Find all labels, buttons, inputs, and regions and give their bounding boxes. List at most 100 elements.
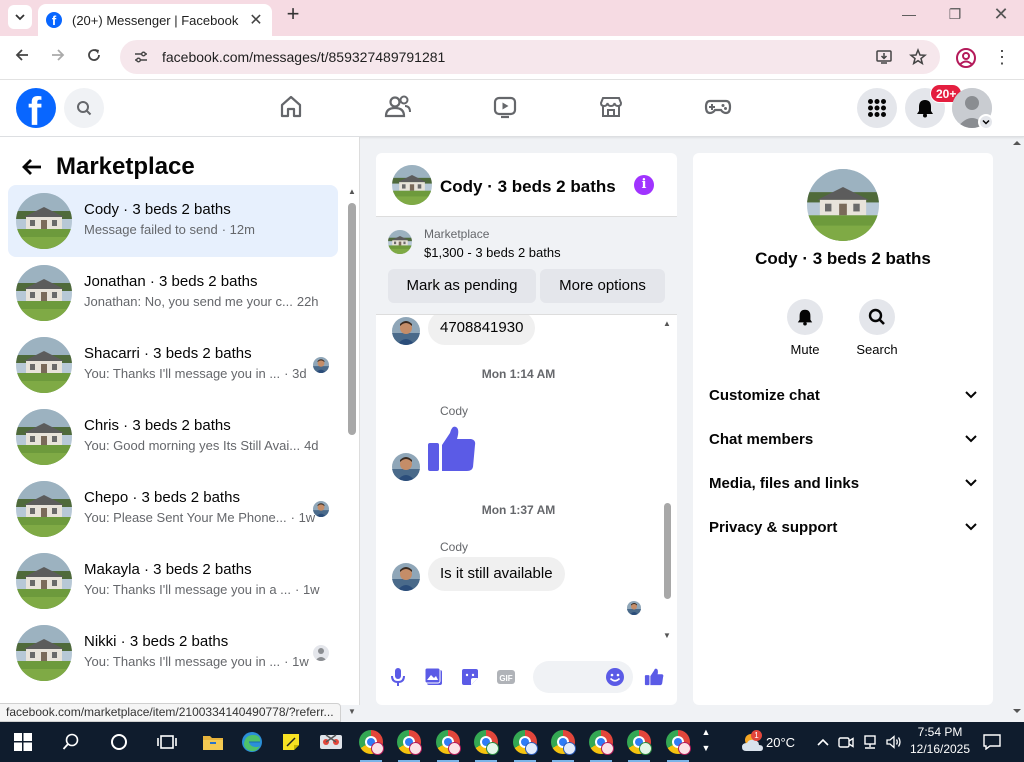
message-bubble[interactable]: Is it still available (428, 557, 565, 591)
conversation-item[interactable]: Nikki · 3 beds 2 baths You: Thanks I'll m… (8, 617, 338, 689)
edge-button[interactable] (233, 722, 271, 762)
nav-marketplace[interactable] (596, 92, 626, 122)
close-tab-icon[interactable]: ✕ (248, 10, 264, 30)
gif-button[interactable]: GIF (496, 667, 516, 687)
conversation-item[interactable]: Chris · 3 beds 2 baths You: Good morning … (8, 401, 338, 473)
minimize-button[interactable]: — (886, 4, 932, 26)
photo-icon (424, 667, 442, 685)
info-section-media-files-and-links[interactable]: Media, files and links (709, 469, 977, 497)
message-bubble[interactable]: 4708841930 (428, 315, 536, 345)
menu-button[interactable] (857, 88, 897, 128)
tray-chevron-icon[interactable] (815, 734, 831, 750)
sticky-notes-button[interactable] (272, 722, 310, 762)
emoji-button[interactable] (605, 667, 625, 687)
nav-friends[interactable] (383, 92, 413, 122)
nav-watch[interactable] (490, 92, 520, 122)
browser-menu-button[interactable]: ⋮ (992, 46, 1012, 70)
sticker-button[interactable] (460, 667, 480, 687)
facebook-logo-icon[interactable]: f (16, 88, 56, 128)
page-scroll-up-icon[interactable] (1012, 138, 1022, 148)
conversation-item[interactable]: Cody · 3 beds 2 baths Message failed to s… (8, 185, 338, 257)
profile-photo[interactable] (807, 169, 879, 241)
attach-photo-button[interactable] (424, 667, 444, 687)
conversation-item[interactable]: Makayla · 3 beds 2 baths You: Thanks I'll… (8, 545, 338, 617)
new-tab-button[interactable]: + (282, 3, 304, 26)
file-explorer-button[interactable] (194, 722, 232, 762)
friends-icon (384, 95, 411, 118)
search-in-conversation-button[interactable]: Search (837, 299, 917, 357)
read-receipt-avatar (627, 601, 641, 615)
taskbar-overflow-arrows[interactable]: ▲ ▼ (700, 724, 712, 760)
conversation-list-panel: Marketplace Cody · 3 beds 2 baths Message… (0, 137, 360, 705)
notification-center-icon[interactable] (983, 733, 1001, 751)
sender-avatar[interactable] (392, 453, 420, 481)
bookmark-star-icon[interactable] (908, 47, 928, 67)
thumbs-up-sticker-icon[interactable] (426, 423, 478, 473)
address-bar[interactable]: facebook.com/messages/t/859327489791281 (120, 40, 940, 74)
thread-scrollbar[interactable]: ▲ ▼ (662, 315, 672, 645)
sender-avatar[interactable] (392, 317, 420, 345)
scroll-down-icon[interactable]: ▼ (662, 631, 672, 641)
install-app-icon[interactable] (874, 47, 894, 67)
page-scroll-down-icon[interactable] (1012, 706, 1022, 716)
reload-button[interactable] (82, 46, 106, 70)
nav-gaming[interactable] (703, 92, 733, 122)
chrome-window-2[interactable] (390, 722, 428, 762)
account-chevron[interactable] (978, 114, 994, 130)
chrome-window-6[interactable] (544, 722, 582, 762)
cortana-button[interactable] (100, 722, 138, 762)
volume-icon[interactable] (886, 734, 902, 750)
browser-tab-active[interactable]: f (20+) Messenger | Facebook ✕ (38, 4, 272, 36)
chrome-window-1[interactable] (352, 722, 390, 762)
chrome-window-8[interactable] (620, 722, 658, 762)
conversation-item[interactable]: Chepo · 3 beds 2 baths You: Please Sent Y… (8, 473, 338, 545)
voice-clip-button[interactable] (388, 667, 408, 687)
meet-now-icon[interactable] (838, 734, 854, 750)
mute-button[interactable]: Mute (765, 299, 845, 357)
listing-thumbnail[interactable] (388, 230, 412, 254)
forward-button[interactable] (46, 46, 70, 70)
clock-date[interactable]: 12/16/2025 (908, 742, 972, 756)
chrome-window-7[interactable] (582, 722, 620, 762)
mark-as-pending-button[interactable]: Mark as pending (388, 269, 536, 303)
tab-search-dropdown[interactable] (8, 5, 32, 29)
conversation-item[interactable]: Jonathan · 3 beds 2 baths Jonathan: No, y… (8, 257, 338, 329)
profile-icon[interactable] (955, 47, 977, 69)
nav-home[interactable] (276, 92, 306, 122)
task-view-button[interactable] (148, 722, 186, 762)
list-scrollbar[interactable]: ▲ (347, 187, 357, 705)
conversation-item[interactable]: Shacarri · 3 beds 2 baths You: Thanks I'l… (8, 329, 338, 401)
back-button[interactable] (10, 46, 34, 70)
site-info-icon[interactable] (132, 48, 150, 66)
scroll-up-icon[interactable]: ▲ (662, 319, 672, 329)
chrome-window-5[interactable] (506, 722, 544, 762)
chrome-window-4[interactable] (467, 722, 505, 762)
chrome-window-9[interactable] (659, 722, 697, 762)
status-bar-url: facebook.com/marketplace/item/2100334140… (0, 703, 341, 722)
clock-time[interactable]: 7:54 PM (908, 725, 972, 739)
search-icon (62, 733, 79, 750)
info-section-customize-chat[interactable]: Customize chat (709, 381, 977, 409)
send-like-button[interactable] (644, 667, 664, 687)
scrollbar-thumb[interactable] (348, 203, 356, 435)
scroll-down-icon[interactable]: ▼ (347, 707, 357, 717)
network-icon[interactable] (862, 734, 878, 750)
scrollbar-thumb[interactable] (664, 503, 671, 599)
taskbar-search-button[interactable] (52, 722, 90, 762)
back-arrow-button[interactable] (18, 153, 46, 181)
info-section-privacy-support[interactable]: Privacy & support (709, 513, 977, 541)
close-window-button[interactable]: ✕ (978, 4, 1024, 26)
chat-avatar[interactable] (392, 165, 432, 205)
snipping-tool-button[interactable] (312, 722, 350, 762)
chrome-window-3[interactable] (429, 722, 467, 762)
sender-avatar[interactable] (392, 563, 420, 591)
info-icon[interactable]: i (634, 175, 654, 195)
facebook-search-button[interactable] (64, 88, 104, 128)
more-options-button[interactable]: More options (540, 269, 665, 303)
listing-price[interactable]: $1,300 - 3 beds 2 baths (424, 245, 561, 260)
chat-title[interactable]: Cody · 3 beds 2 baths (440, 177, 616, 197)
start-button[interactable] (4, 722, 42, 762)
restore-button[interactable]: ❐ (932, 4, 978, 26)
scroll-up-icon[interactable]: ▲ (347, 187, 357, 197)
info-section-chat-members[interactable]: Chat members (709, 425, 977, 453)
